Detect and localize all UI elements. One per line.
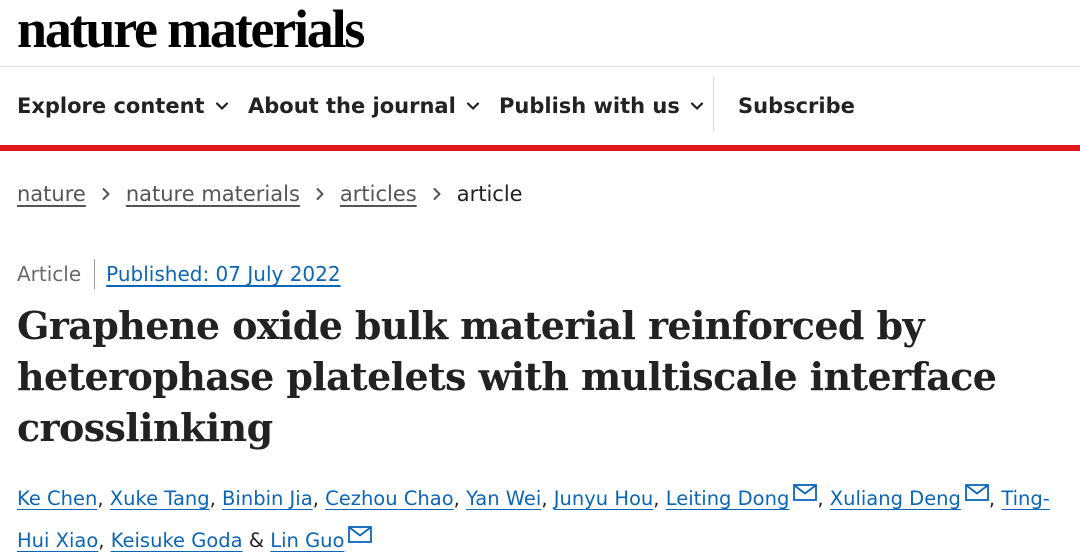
author-list: Ke Chen, Xuke Tang, Binbin Jia, Cezhou C… bbox=[17, 478, 1077, 555]
published-date-link[interactable]: Published: 07 July 2022 bbox=[106, 262, 340, 286]
author-link[interactable]: Cezhou Chao bbox=[325, 487, 454, 510]
chevron-down-icon bbox=[215, 102, 228, 110]
article-meta: Article Published: 07 July 2022 bbox=[17, 258, 341, 290]
envelope-icon[interactable] bbox=[348, 526, 373, 543]
author-separator: , bbox=[817, 487, 830, 510]
subscribe-link[interactable]: Subscribe bbox=[738, 67, 855, 145]
nav-about-journal[interactable]: About the journal bbox=[248, 67, 480, 145]
author-link[interactable]: Xuke Tang bbox=[110, 487, 210, 510]
author-link[interactable]: Lin Guo bbox=[270, 529, 344, 552]
author-link[interactable]: Keisuke Goda bbox=[111, 529, 243, 552]
accent-bar bbox=[0, 145, 1080, 151]
author-separator: , bbox=[653, 487, 666, 510]
meta-divider bbox=[94, 259, 96, 289]
chevron-right-icon bbox=[433, 188, 441, 200]
chevron-right-icon bbox=[102, 188, 110, 200]
article-type: Article bbox=[17, 262, 82, 286]
envelope-icon[interactable] bbox=[793, 484, 818, 501]
author-link[interactable]: Ke Chen bbox=[17, 487, 97, 510]
author-link[interactable]: Binbin Jia bbox=[222, 487, 313, 510]
author-separator: , bbox=[988, 487, 1002, 510]
envelope-icon[interactable] bbox=[965, 484, 989, 501]
author-separator: , bbox=[97, 487, 110, 510]
author-link[interactable]: Leiting Dong bbox=[666, 487, 790, 510]
breadcrumb: nature nature materials articles article bbox=[17, 178, 523, 210]
author-separator: , bbox=[209, 487, 223, 510]
nav-about-label: About the journal bbox=[248, 94, 456, 118]
author-last-separator: & bbox=[242, 529, 271, 552]
nav-publish-with-us[interactable]: Publish with us bbox=[499, 67, 704, 145]
breadcrumb-articles[interactable]: articles bbox=[340, 182, 417, 206]
author-link[interactable]: Junyu Hou bbox=[554, 487, 654, 510]
nav-subscribe-label: Subscribe bbox=[738, 94, 855, 118]
chevron-down-icon bbox=[690, 102, 703, 110]
nav-explore-content[interactable]: Explore content bbox=[17, 67, 229, 145]
nav-explore-label: Explore content bbox=[17, 94, 205, 118]
author-separator: , bbox=[98, 529, 111, 552]
breadcrumb-current: article bbox=[456, 182, 523, 206]
author-separator: , bbox=[312, 487, 326, 510]
author-separator: , bbox=[541, 487, 554, 510]
main-navigation: Explore content About the journal Publis… bbox=[0, 67, 1080, 145]
author-separator: , bbox=[453, 487, 467, 510]
breadcrumb-nature[interactable]: nature bbox=[17, 182, 86, 206]
nav-divider bbox=[713, 77, 714, 131]
breadcrumb-nature-materials[interactable]: nature materials bbox=[126, 182, 300, 206]
chevron-right-icon bbox=[316, 188, 324, 200]
journal-logo[interactable]: nature materials bbox=[17, 0, 365, 60]
chevron-down-icon bbox=[466, 102, 479, 110]
nav-publish-label: Publish with us bbox=[499, 94, 680, 118]
author-link[interactable]: Yan Wei bbox=[466, 487, 541, 510]
article-title: Graphene oxide bulk material reinforced … bbox=[17, 303, 997, 450]
author-link[interactable]: Xuliang Deng bbox=[830, 487, 961, 510]
